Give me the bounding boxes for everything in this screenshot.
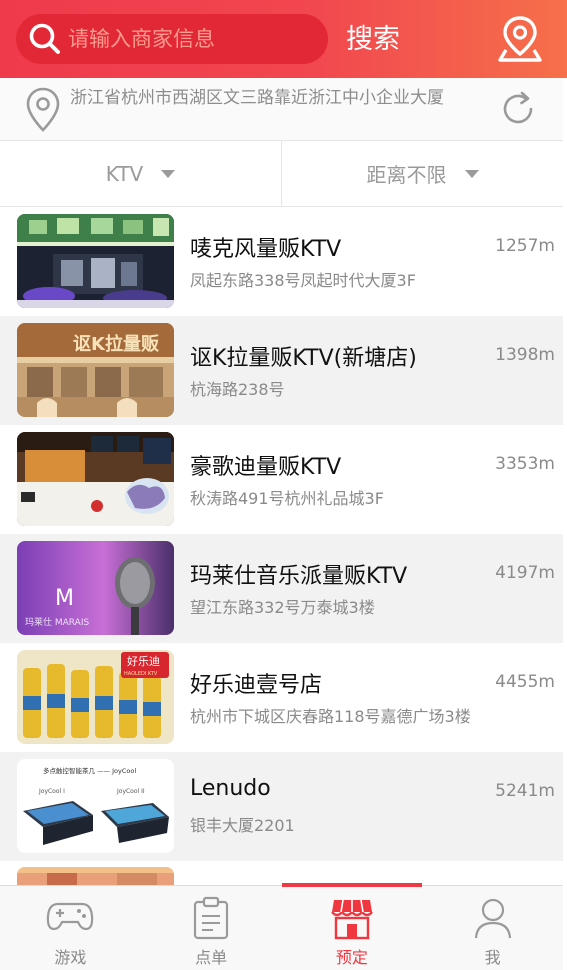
merchant-thumbnail (17, 432, 174, 526)
merchant-item-partial[interactable] (0, 861, 563, 885)
merchant-address: 银丰大厦2201 (190, 816, 295, 835)
thumb-sign-text: 讴K拉量贩 (73, 333, 160, 355)
merchant-name: 豪歌迪量贩KTV (190, 455, 342, 480)
refresh-icon[interactable] (498, 89, 538, 129)
caret-down-icon (464, 169, 479, 178)
merchant-distance: 5241m (495, 781, 555, 801)
merchant-name: 玛莱仕音乐派量贩KTV (190, 564, 408, 589)
right-edge-strip (563, 78, 567, 970)
merchant-thumbnail (17, 214, 174, 308)
tab-games[interactable]: 游戏 (0, 886, 141, 970)
search-button[interactable]: 搜索 (346, 20, 400, 60)
search-input[interactable] (68, 27, 318, 51)
merchant-thumbnail: M 玛莱仕 MARAIS (17, 541, 174, 635)
merchant-item[interactable]: 豪歌迪量贩KTV 秋涛路491号杭州礼品城3F 3353m (0, 425, 563, 534)
merchant-thumbnail: 讴K拉量贩 (17, 323, 174, 417)
tab-order-label: 点单 (195, 948, 228, 967)
tab-me[interactable]: 我 (422, 886, 563, 970)
merchant-distance: 4455m (495, 672, 555, 692)
merchant-address: 秋涛路491号杭州礼品城3F (190, 489, 384, 508)
merchant-name: 唛克风量贩KTV (190, 237, 342, 262)
current-address-text: 浙江省杭州市西湖区文三路靠近浙江中小企业大厦 (70, 88, 444, 108)
thumb-sub-text: HAOLEDI KTV (124, 671, 158, 677)
gamepad-icon (47, 902, 94, 931)
merchant-name: 好乐迪壹号店 (190, 673, 323, 698)
app-header: 搜索 (0, 0, 567, 78)
thumb-label-left: JoyCool I (38, 788, 65, 795)
merchant-item[interactable]: 讴K拉量贩 讴K拉量贩KTV(新塘店) 杭海路238号 1398m (0, 316, 563, 425)
user-icon (474, 898, 511, 939)
tab-reserve-label: 预定 (335, 948, 368, 967)
merchant-thumbnail: 多点触控智能茶几 —— JoyCool JoyCool I JoyCool II (17, 759, 174, 853)
merchant-distance: 3353m (495, 454, 555, 474)
merchant-list: 唛克风量贩KTV 凤起东路338号凤起时代大厦3F 1257m 讴K拉量贩 讴K… (0, 207, 563, 861)
current-address-bar: 浙江省杭州市西湖区文三路靠近浙江中小企业大厦 (0, 78, 563, 141)
location-pin-icon (498, 16, 542, 62)
search-icon (29, 23, 60, 54)
category-filter-label: KTV (105, 161, 144, 186)
thumb-title-text: 多点触控智能茶几 —— JoyCool (43, 766, 136, 775)
tab-me-label: 我 (484, 948, 501, 967)
merchant-item[interactable]: 好乐迪 HAOLEDI KTV 好乐迪壹号店 杭州市下城区庆春路118号嘉德广场… (0, 643, 563, 752)
bottom-tab-bar: 游戏 点单 预定 我 (0, 883, 563, 970)
merchant-address: 杭海路238号 (190, 380, 285, 399)
location-button[interactable] (496, 14, 544, 64)
tab-order[interactable]: 点单 (141, 886, 282, 970)
merchant-distance: 4197m (495, 563, 555, 583)
clipboard-icon (194, 896, 229, 940)
merchant-distance: 1398m (495, 345, 555, 365)
merchant-item[interactable]: 唛克风量贩KTV 凤起东路338号凤起时代大厦3F 1257m (0, 207, 563, 316)
map-pin-icon (26, 87, 60, 132)
merchant-address: 望江东路332号万泰城3楼 (190, 598, 375, 617)
merchant-item[interactable]: 多点触控智能茶几 —— JoyCool JoyCool I JoyCool II… (0, 752, 563, 861)
filter-bar: KTV 距离不限 (0, 141, 563, 207)
merchant-name: 讴K拉量贩KTV(新塘店) (190, 346, 417, 371)
distance-filter-dropdown[interactable]: 距离不限 (281, 141, 563, 206)
merchant-address: 杭州市下城区庆春路118号嘉德广场3楼 (190, 707, 471, 726)
storefront-icon (330, 899, 373, 940)
caret-down-icon (161, 169, 176, 178)
merchant-thumbnail: 好乐迪 HAOLEDI KTV (17, 650, 174, 744)
search-box[interactable] (16, 14, 328, 64)
merchant-distance: 1257m (495, 236, 555, 256)
merchant-item[interactable]: M 玛莱仕 MARAIS 玛莱仕音乐派量贩KTV 望江东路332号万泰城3楼 4… (0, 534, 563, 643)
thumb-brand-text: 玛莱仕 MARAIS (25, 616, 89, 628)
merchant-thumbnail (17, 867, 174, 885)
merchant-address: 凤起东路338号凤起时代大厦3F (190, 271, 416, 290)
distance-filter-label: 距离不限 (366, 163, 447, 187)
tab-reserve[interactable]: 预定 (281, 883, 423, 970)
thumb-brand-text: 好乐迪 (127, 654, 160, 668)
tab-games-label: 游戏 (54, 948, 87, 967)
category-filter-dropdown[interactable]: KTV (0, 141, 281, 206)
merchant-name: Lenudo (190, 776, 271, 801)
thumb-label-right: JoyCool II (116, 788, 145, 795)
thumb-logo-text: M (55, 586, 74, 611)
